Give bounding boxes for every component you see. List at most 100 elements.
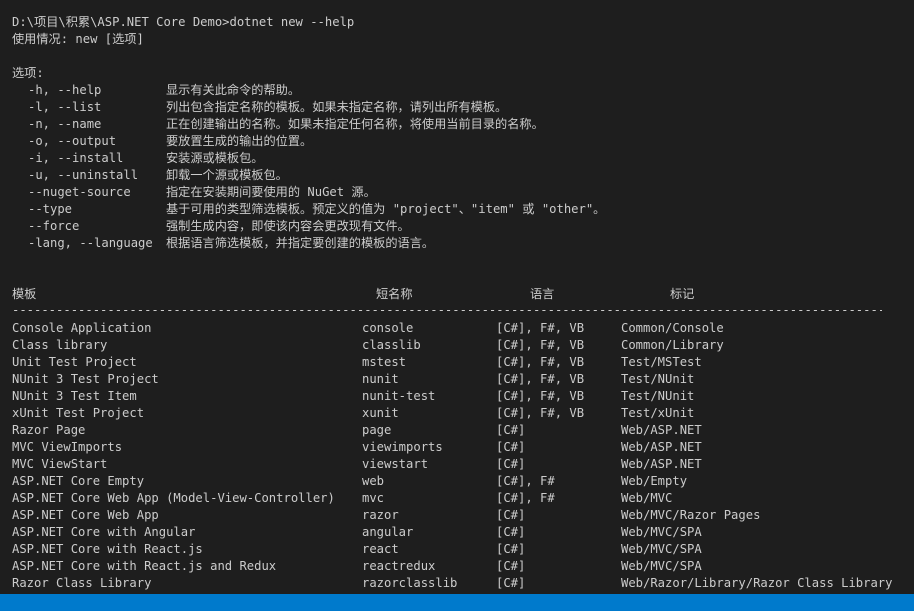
table-row: ASP.NET Core Empty web [C#], F# Web/Empt… <box>0 473 914 490</box>
option-description: 要放置生成的输出的位置。 <box>166 134 313 148</box>
table-row: ASP.NET Core Web App razor [C#] Web/MVC/… <box>0 507 914 524</box>
cell-tags: Test/xUnit <box>621 406 695 420</box>
table-row: ASP.NET Core with React.js react [C#] We… <box>0 541 914 558</box>
cell-tags: Test/MSTest <box>621 355 702 369</box>
option-row: -lang, --language 根据语言筛选模板，并指定要创建的模板的语言。 <box>0 235 914 252</box>
cell-template: Razor Page <box>12 423 86 437</box>
cell-short-name: razorclasslib <box>362 576 458 590</box>
cell-tags: Web/MVC <box>621 491 673 505</box>
cell-template: Console Application <box>12 321 152 335</box>
cell-template: ASP.NET Core Empty <box>12 474 145 488</box>
cell-tags: Web/ASP.NET <box>621 457 702 471</box>
table-row: ASP.NET Core with Angular angular [C#] W… <box>0 524 914 541</box>
option-description: 列出包含指定名称的模板。如果未指定名称，请列出所有模板。 <box>166 100 508 114</box>
terminal-output[interactable]: D:\项目\积累\ASP.NET Core Demo>dotnet new --… <box>0 0 914 594</box>
cell-tags: Web/Empty <box>621 474 688 488</box>
cell-language: [C#], F#, VB <box>496 338 585 352</box>
table-row: Console Application console [C#], F#, VB… <box>0 320 914 337</box>
option-flag: --nuget-source <box>28 185 131 199</box>
cell-language: [C#] <box>496 525 526 539</box>
option-row: -h, --help 显示有关此命令的帮助。 <box>0 82 914 99</box>
table-header-row: 模板 短名称 语言 标记 <box>0 286 914 303</box>
cell-short-name: angular <box>362 525 414 539</box>
cell-short-name: xunit <box>362 406 399 420</box>
table-separator: ----------------------------------------… <box>12 303 882 317</box>
cell-tags: Web/ASP.NET <box>621 440 702 454</box>
cell-short-name: mvc <box>362 491 385 505</box>
cell-short-name: nunit-test <box>362 389 436 403</box>
table-row: MVC ViewImports viewimports [C#] Web/ASP… <box>0 439 914 456</box>
cell-language: [C#] <box>496 423 526 437</box>
prompt-line: D:\项目\积累\ASP.NET Core Demo>dotnet new --… <box>0 14 914 31</box>
cell-short-name: reactredux <box>362 559 436 573</box>
cell-tags: Test/NUnit <box>621 372 695 386</box>
cell-template: Unit Test Project <box>12 355 137 369</box>
cell-template: ASP.NET Core Web App (Model-View-Control… <box>12 491 335 505</box>
table-row: Razor Class Library razorclasslib [C#] W… <box>0 575 914 592</box>
table-row: NUnit 3 Test Item nunit-test [C#], F#, V… <box>0 388 914 405</box>
cell-tags: Test/NUnit <box>621 389 695 403</box>
option-flag: -i, --install <box>28 151 124 165</box>
option-description: 根据语言筛选模板，并指定要创建的模板的语言。 <box>166 236 435 250</box>
cell-short-name: mstest <box>362 355 407 369</box>
cell-short-name: razor <box>362 508 399 522</box>
cell-template: Class library <box>12 338 108 352</box>
cell-tags: Common/Library <box>621 338 724 352</box>
cell-language: [C#], F#, VB <box>496 406 585 420</box>
cell-tags: Common/Console <box>621 321 724 335</box>
prompt-command-text: D:\项目\积累\ASP.NET Core Demo>dotnet new --… <box>12 15 355 29</box>
cell-language: [C#], F#, VB <box>496 372 585 386</box>
option-flag: --type <box>28 202 73 216</box>
cell-language: [C#] <box>496 576 526 590</box>
cell-template: MVC ViewImports <box>12 440 123 454</box>
option-description: 卸载一个源或模板包。 <box>166 168 288 182</box>
cell-language: [C#], F#, VB <box>496 389 585 403</box>
option-flag: -lang, --language <box>28 236 153 250</box>
option-flag: -h, --help <box>28 83 102 97</box>
options-header-text: 选项: <box>12 66 44 80</box>
cell-short-name: viewstart <box>362 457 429 471</box>
cell-language: [C#] <box>496 508 526 522</box>
table-row: ASP.NET Core with React.js and Redux rea… <box>0 558 914 575</box>
option-description: 指定在安装期间要使用的 NuGet 源。 <box>166 185 376 199</box>
option-description: 强制生成内容，即使该内容会更改现有文件。 <box>166 219 410 233</box>
option-row: -l, --list 列出包含指定名称的模板。如果未指定名称，请列出所有模板。 <box>0 99 914 116</box>
cell-tags: Web/MVC/SPA <box>621 559 702 573</box>
cell-short-name: page <box>362 423 392 437</box>
cell-short-name: nunit <box>362 372 399 386</box>
status-bar <box>0 594 914 611</box>
option-description: 安装源或模板包。 <box>166 151 264 165</box>
cell-tags: Web/ASP.NET <box>621 423 702 437</box>
cell-short-name: viewimports <box>362 440 443 454</box>
cell-tags: Web/Razor/Library/Razor Class Library <box>621 576 893 590</box>
cell-template: Razor Class Library <box>12 576 152 590</box>
cell-template: ASP.NET Core with React.js <box>12 542 203 556</box>
cell-template: ASP.NET Core with React.js and Redux <box>12 559 277 573</box>
cell-tags: Web/MVC/SPA <box>621 525 702 539</box>
header-language: 语言 <box>530 287 555 301</box>
usage-line: 使用情况: new [选项] <box>0 31 914 48</box>
option-row: -o, --output 要放置生成的输出的位置。 <box>0 133 914 150</box>
options-header: 选项: <box>0 65 914 82</box>
cell-short-name: console <box>362 321 414 335</box>
header-short-name: 短名称 <box>376 287 413 301</box>
table-row: ASP.NET Core Web App (Model-View-Control… <box>0 490 914 507</box>
cell-template: ASP.NET Core with Angular <box>12 525 196 539</box>
cell-language: [C#], F# <box>496 474 555 488</box>
option-row: --nuget-source 指定在安装期间要使用的 NuGet 源。 <box>0 184 914 201</box>
option-description: 基于可用的类型筛选模板。预定义的值为 "project"、"item" 或 "o… <box>166 202 606 216</box>
cell-template: ASP.NET Core Web App <box>12 508 159 522</box>
header-tags: 标记 <box>670 287 695 301</box>
cell-short-name: react <box>362 542 399 556</box>
option-row: -i, --install 安装源或模板包。 <box>0 150 914 167</box>
cell-language: [C#] <box>496 559 526 573</box>
option-description: 显示有关此命令的帮助。 <box>166 83 301 97</box>
option-flag: -u, --uninstall <box>28 168 139 182</box>
cell-language: [C#], F#, VB <box>496 355 585 369</box>
option-row: -n, --name 正在创建输出的名称。如果未指定任何名称，将使用当前目录的名… <box>0 116 914 133</box>
cell-tags: Web/MVC/Razor Pages <box>621 508 761 522</box>
option-flag: -o, --output <box>28 134 117 148</box>
option-row: -u, --uninstall 卸载一个源或模板包。 <box>0 167 914 184</box>
cell-short-name: classlib <box>362 338 421 352</box>
option-row: --force 强制生成内容，即使该内容会更改现有文件。 <box>0 218 914 235</box>
